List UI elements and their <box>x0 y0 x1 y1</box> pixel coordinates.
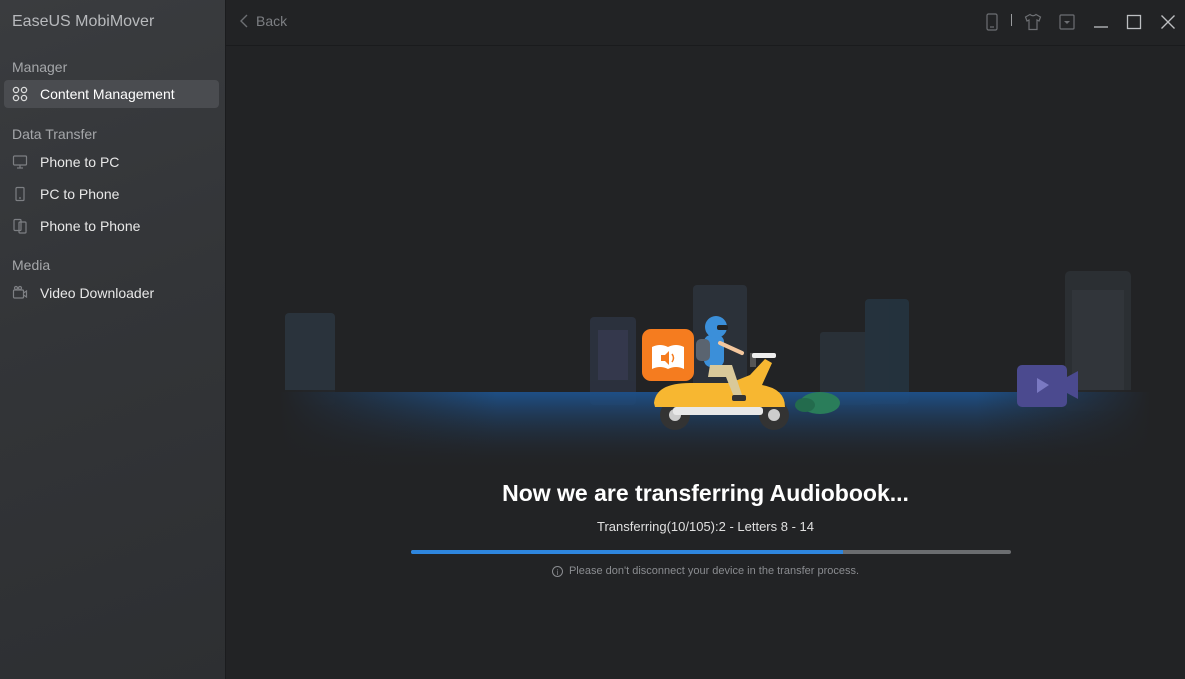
sidebar-item-label: Phone to Phone <box>40 218 141 234</box>
minimize-icon[interactable] <box>1091 12 1111 32</box>
transfer-progress-bar <box>411 550 1011 554</box>
transfer-illustration <box>280 271 1150 470</box>
sidebar-item-label: Content Management <box>40 86 175 102</box>
phone-icon <box>11 185 29 203</box>
grid-icon <box>11 85 29 103</box>
sidebar-item-label: Video Downloader <box>40 285 155 301</box>
sidebar: EaseUS MobiMover Manager Content Managem… <box>0 0 226 679</box>
info-icon: i <box>551 565 563 577</box>
sidebar-item-content-management[interactable]: Content Management <box>4 80 219 108</box>
top-bar: Back <box>226 0 1185 46</box>
phones-icon <box>11 217 29 235</box>
close-icon[interactable] <box>1158 12 1178 32</box>
section-manager: Manager <box>12 59 68 75</box>
audiobook-icon <box>642 329 694 381</box>
transfer-headline: Now we are transferring Audiobook... <box>502 480 909 506</box>
section-media: Media <box>12 257 51 273</box>
transfer-progress-fill <box>411 550 843 554</box>
back-label: Back <box>256 13 288 29</box>
sidebar-item-pc-to-phone[interactable]: PC to Phone <box>4 180 219 208</box>
notice-text: Please don't disconnect your device in t… <box>568 565 860 577</box>
app-title: EaseUS MobiMover <box>12 13 155 30</box>
tshirt-icon[interactable] <box>1023 12 1043 32</box>
sidebar-item-label: Phone to PC <box>40 154 120 170</box>
chevron-left-icon <box>240 14 248 28</box>
maximize-icon[interactable] <box>1124 12 1144 32</box>
transfer-status: Transferring(10/105):2 - Letters 8 - 14 <box>596 519 814 534</box>
sidebar-item-label: PC to Phone <box>40 186 120 202</box>
sidebar-item-phone-to-phone[interactable]: Phone to Phone <box>4 212 219 240</box>
back-button[interactable]: Back <box>240 13 287 29</box>
transfer-notice: i Please don't disconnect your device in… <box>226 565 1185 577</box>
section-data-transfer: Data Transfer <box>12 126 97 142</box>
sidebar-item-phone-to-pc[interactable]: Phone to PC <box>4 148 219 176</box>
video-camera-icon <box>11 284 29 302</box>
dropdown-icon[interactable] <box>1057 12 1077 32</box>
monitor-icon <box>11 153 29 171</box>
sidebar-item-video-downloader[interactable]: Video Downloader <box>4 279 219 307</box>
device-icon[interactable] <box>982 12 1002 32</box>
divider <box>1011 14 1012 26</box>
